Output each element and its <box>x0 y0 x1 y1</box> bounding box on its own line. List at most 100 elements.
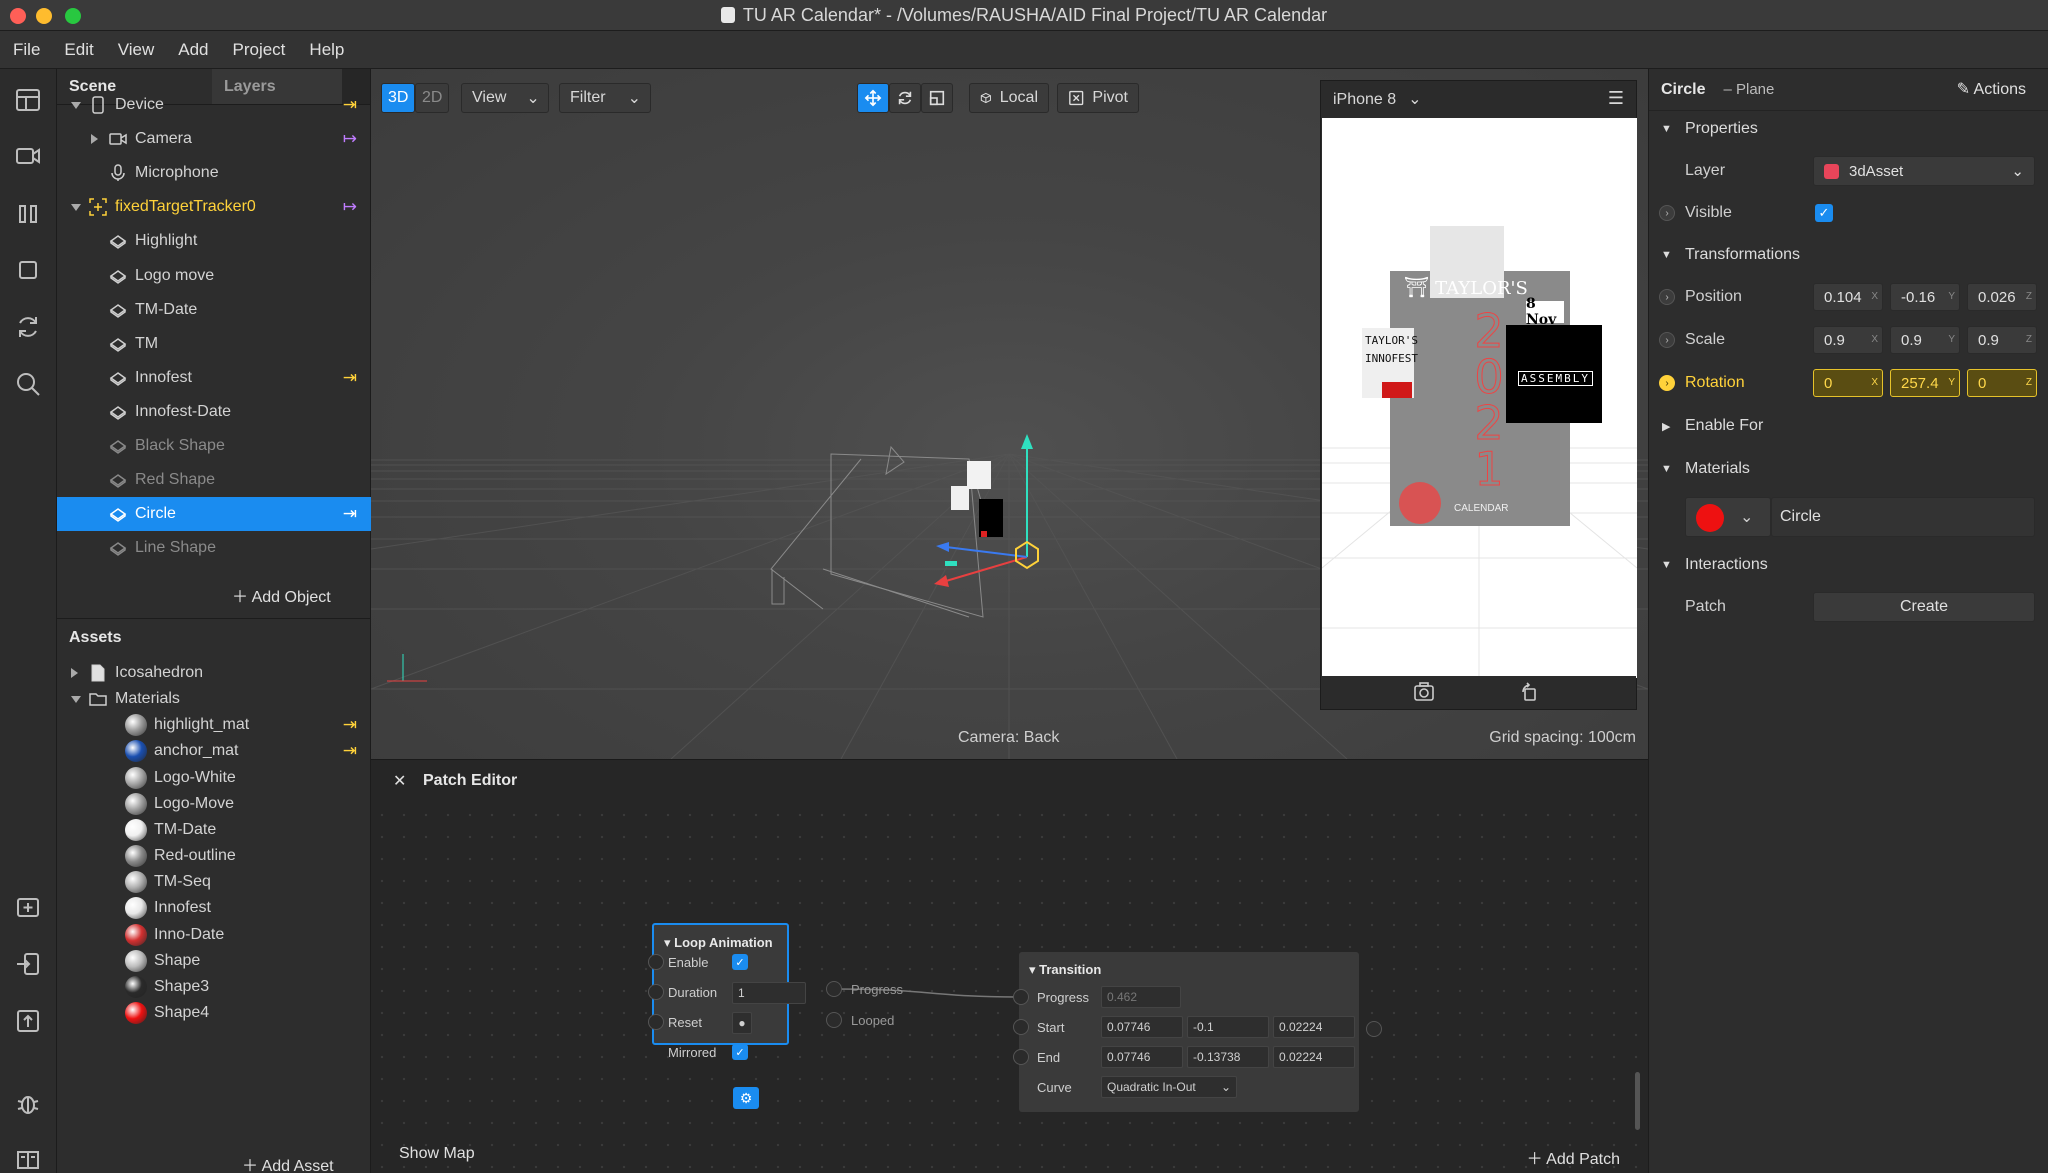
end-port[interactable] <box>1013 1049 1029 1065</box>
layout-icon[interactable] <box>14 86 42 114</box>
rotation-z-input[interactable]: 0Z <box>1967 369 2037 397</box>
menu-add[interactable]: Add <box>165 40 219 60</box>
scene-tree-row[interactable]: Red Shape <box>57 463 371 497</box>
pause-icon[interactable] <box>14 200 42 228</box>
enable-port[interactable] <box>648 954 664 970</box>
patch-link-icon[interactable]: ⇥ <box>343 95 357 115</box>
looped-output-port[interactable] <box>826 1012 842 1028</box>
rotate-tool-button[interactable] <box>889 83 921 113</box>
show-map-button[interactable]: Show Map <box>399 1145 475 1163</box>
close-window-button[interactable] <box>10 8 26 24</box>
pivot-button[interactable]: Pivot <box>1057 83 1139 113</box>
search-icon[interactable] <box>14 370 42 398</box>
scene-tree-row[interactable]: TM <box>57 327 371 361</box>
start-y-input[interactable]: -0.1 <box>1187 1016 1269 1038</box>
bug-icon[interactable] <box>14 1089 42 1117</box>
reset-port[interactable] <box>648 1014 664 1030</box>
screenshot-icon[interactable] <box>1413 682 1435 706</box>
end-y-input[interactable]: -0.13738 <box>1187 1046 1269 1068</box>
scene-tree-row[interactable]: fixedTargetTracker0 ↦ <box>57 190 371 224</box>
simulator-screen[interactable]: ⛩ TAYLOR'S 2 0 2 1 CALENDAR TAYLOR'S INN… <box>1322 118 1637 678</box>
stop-icon[interactable] <box>14 256 42 284</box>
add-asset-button[interactable]: ＋ Add Asset <box>242 1152 334 1173</box>
rotation-x-input[interactable]: 0X <box>1813 369 1883 397</box>
materials-section-header[interactable]: ▼ Materials <box>1649 451 2048 487</box>
video-icon[interactable] <box>14 142 42 170</box>
scene-tree-row[interactable]: Black Shape <box>57 429 371 463</box>
patch-settings-icon[interactable]: ⚙ <box>733 1087 759 1109</box>
rotation-y-input[interactable]: 257.4 Y <box>1890 369 1960 397</box>
scene-tree-row[interactable]: Circle ⇥ <box>57 497 371 532</box>
patch-link-icon[interactable]: ⇥ <box>343 368 357 388</box>
material-picker[interactable]: ⌄ <box>1685 497 1771 537</box>
progress-output-port[interactable] <box>826 981 842 997</box>
patch-editor[interactable]: ✕ Patch Editor ▾ Loop Animation Enable ✓… <box>371 759 1648 1173</box>
scene-tree-row[interactable]: Line Shape <box>57 531 371 565</box>
scene-tree-row[interactable]: Innofest ⇥ <box>57 361 371 395</box>
filter-menu-button[interactable]: Filter ⌄ <box>559 83 651 113</box>
chevron-right-icon[interactable] <box>71 668 78 678</box>
end-z-input[interactable]: 0.02224 <box>1273 1046 1355 1068</box>
end-x-input[interactable]: 0.07746 <box>1101 1046 1183 1068</box>
add-patch-button[interactable]: ＋ Add Patch <box>1527 1145 1620 1169</box>
scene-tree-row[interactable]: Logo move <box>57 259 371 293</box>
transition-progress-port[interactable] <box>1013 989 1029 1005</box>
position-y-input[interactable]: -0.16 Y <box>1890 283 1960 311</box>
interactions-section-header[interactable]: ▼ Interactions <box>1649 547 2048 583</box>
enable-checkbox[interactable]: ✓ <box>732 954 748 970</box>
chevron-right-icon[interactable] <box>91 134 98 145</box>
scene-tree-row[interactable]: Highlight <box>57 224 371 258</box>
position-x-input[interactable]: 0.104 X <box>1813 283 1883 311</box>
view-menu-button[interactable]: View ⌄ <box>461 83 549 113</box>
create-patch-button[interactable]: Create <box>1813 592 2035 622</box>
transition-output-port[interactable] <box>1366 1021 1382 1037</box>
menu-file[interactable]: File <box>0 40 51 60</box>
rotation-connect-icon[interactable]: › <box>1659 375 1675 391</box>
patch-link-icon[interactable]: ↦ <box>343 197 357 217</box>
import-icon[interactable] <box>14 950 42 978</box>
menu-help[interactable]: Help <box>296 40 355 60</box>
material-name-field[interactable]: Circle <box>1771 497 2035 537</box>
mode-2d-button[interactable]: 2D <box>415 83 449 113</box>
menu-project[interactable]: Project <box>220 40 297 60</box>
mode-3d-button[interactable]: 3D <box>381 83 415 113</box>
move-tool-button[interactable] <box>857 83 889 113</box>
duration-port[interactable] <box>648 984 664 1000</box>
asset-row[interactable]: Shape4 <box>57 996 371 1030</box>
scale-tool-button[interactable] <box>921 83 953 113</box>
menu-edit[interactable]: Edit <box>51 40 104 60</box>
patch-link-icon[interactable]: ↦ <box>343 129 357 149</box>
scene-tree-row[interactable]: Microphone <box>57 156 371 190</box>
scene-tree-row[interactable]: Camera ↦ <box>57 122 371 156</box>
transition-node[interactable]: ▾ Transition Progress 0.462 Start 0.0774… <box>1013 952 1359 1112</box>
scale-y-input[interactable]: 0.9 Y <box>1890 326 1960 354</box>
actions-button[interactable]: ✎ Actions <box>1957 79 2026 99</box>
properties-section-header[interactable]: ▼ Properties <box>1649 111 2048 147</box>
menu-view[interactable]: View <box>105 40 166 60</box>
scale-connect-icon[interactable]: › <box>1659 332 1675 348</box>
patch-link-icon[interactable]: ⇥ <box>343 741 357 761</box>
chevron-down-icon[interactable] <box>71 696 81 704</box>
start-x-input[interactable]: 0.07746 <box>1101 1016 1183 1038</box>
position-connect-icon[interactable]: › <box>1659 289 1675 305</box>
hamburger-menu-icon[interactable]: ☰ <box>1608 88 1624 109</box>
scene-tree-row[interactable]: Device ⇥ <box>57 88 371 122</box>
device-select[interactable]: iPhone 8 ⌄ <box>1333 89 1422 109</box>
visible-connect-icon[interactable]: › <box>1659 205 1675 221</box>
visible-checkbox[interactable]: ✓ <box>1815 204 1833 222</box>
minimize-window-button[interactable] <box>36 8 52 24</box>
patch-scrollbar[interactable] <box>1635 1072 1640 1130</box>
maximize-window-button[interactable] <box>65 8 81 24</box>
start-port[interactable] <box>1013 1019 1029 1035</box>
transformations-section-header[interactable]: ▼ Transformations <box>1649 237 2048 273</box>
refresh-icon[interactable] <box>14 313 42 341</box>
scale-z-input[interactable]: 0.9 Z <box>1967 326 2037 354</box>
add-object-button[interactable]: ＋ Add Object <box>232 583 331 607</box>
local-button[interactable]: Local <box>969 83 1049 113</box>
loop-animation-node[interactable]: ▾ Loop Animation Enable ✓ Duration 1 Res… <box>648 923 806 1060</box>
reset-pulse-button[interactable]: ● <box>732 1012 752 1034</box>
scene-tree-row[interactable]: TM-Date <box>57 293 371 327</box>
mirrored-checkbox[interactable]: ✓ <box>732 1044 748 1060</box>
start-z-input[interactable]: 0.02224 <box>1273 1016 1355 1038</box>
patch-link-icon[interactable]: ⇥ <box>343 504 357 524</box>
